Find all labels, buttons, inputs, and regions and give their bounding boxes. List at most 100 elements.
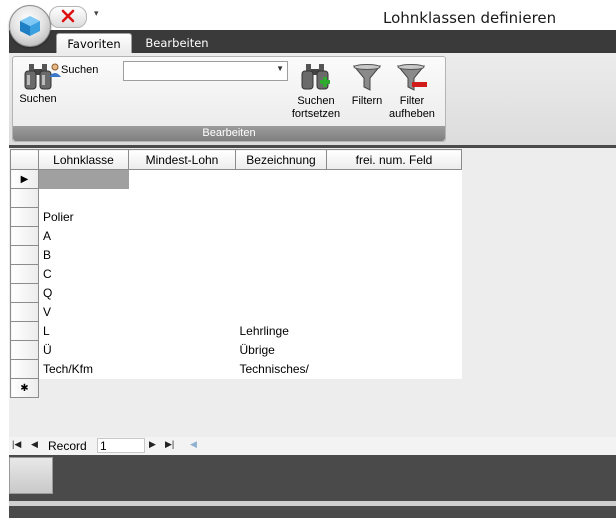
cell-mindest-lohn[interactable] — [129, 303, 236, 322]
new-record-nav-icon[interactable]: ◀ — [190, 439, 197, 450]
cell-lohnklasse[interactable]: Tech/Kfm — [39, 360, 129, 379]
row-selector[interactable] — [10, 321, 39, 341]
close-quick-access-button[interactable] — [49, 6, 87, 28]
table-row[interactable]: B — [10, 245, 462, 265]
column-header-frei-num-feld[interactable]: frei. num. Feld — [326, 149, 462, 170]
continue-search-label-2: fortsetzen — [291, 108, 341, 120]
table-row[interactable]: ▶ — [10, 169, 462, 189]
user-search-icon — [49, 63, 61, 77]
cell-lohnklasse[interactable]: C — [39, 265, 129, 284]
cell-bezeichnung[interactable] — [236, 227, 327, 246]
row-selector[interactable] — [10, 340, 39, 360]
row-selector[interactable] — [10, 188, 39, 208]
cell-bezeichnung[interactable] — [236, 246, 327, 265]
cell-frei-num-feld[interactable] — [327, 360, 462, 379]
search-field-label: Suchen — [61, 64, 99, 76]
cell-bezeichnung[interactable] — [236, 265, 327, 284]
cell-frei-num-feld[interactable] — [327, 341, 462, 360]
filter-button-label: Filtern — [351, 95, 383, 107]
previous-record-icon[interactable]: ◀ — [31, 439, 38, 450]
column-header-lohnklasse[interactable]: Lohnklasse — [38, 149, 129, 170]
cube-icon — [20, 16, 40, 36]
lohnklassen-grid: Lohnklasse Mindest-Lohn Bezeichnung frei… — [10, 149, 462, 398]
cell-mindest-lohn[interactable] — [129, 322, 236, 341]
row-selector[interactable] — [10, 264, 39, 284]
cell-mindest-lohn[interactable] — [129, 189, 236, 208]
record-number-input[interactable]: 1 — [97, 438, 145, 453]
new-record-row[interactable]: ✱ — [10, 378, 462, 398]
row-selector[interactable] — [10, 207, 39, 227]
cell-lohnklasse[interactable] — [39, 189, 129, 208]
cell-lohnklasse[interactable]: L — [39, 322, 129, 341]
tab-bearbeiten[interactable]: Bearbeiten — [137, 33, 217, 53]
funnel-icon — [352, 64, 382, 91]
table-row[interactable]: Polier — [10, 207, 462, 227]
cell-frei-num-feld[interactable] — [327, 227, 462, 246]
table-row[interactable] — [10, 188, 462, 208]
table-row[interactable]: L Lehrlinge — [10, 321, 462, 341]
chevron-down-icon[interactable]: ▼ — [276, 64, 284, 73]
cell-lohnklasse[interactable]: Ü — [39, 341, 129, 360]
cell-lohnklasse[interactable]: A — [39, 227, 129, 246]
cell-bezeichnung[interactable] — [236, 189, 327, 208]
cell-mindest-lohn[interactable] — [129, 170, 236, 189]
cell-bezeichnung[interactable]: Technisches/ — [236, 360, 327, 379]
cell-mindest-lohn[interactable] — [129, 360, 236, 379]
cell-mindest-lohn[interactable] — [129, 265, 236, 284]
table-row[interactable]: C — [10, 264, 462, 284]
cell-mindest-lohn[interactable] — [129, 341, 236, 360]
new-row-area — [38, 378, 462, 398]
cell-bezeichnung[interactable]: Übrige — [236, 341, 327, 360]
cell-frei-num-feld[interactable] — [327, 246, 462, 265]
cell-bezeichnung[interactable] — [236, 208, 327, 227]
cell-bezeichnung[interactable] — [236, 303, 327, 322]
row-selector[interactable] — [10, 359, 39, 379]
select-all-corner[interactable] — [10, 149, 39, 170]
row-selector[interactable] — [10, 245, 39, 265]
cell-frei-num-feld[interactable] — [327, 322, 462, 341]
row-selector[interactable]: ▶ — [10, 169, 39, 189]
table-row[interactable]: A — [10, 226, 462, 246]
new-row-icon[interactable]: ✱ — [10, 378, 39, 398]
table-row[interactable]: Q — [10, 283, 462, 303]
filter-button[interactable]: Filtern — [347, 63, 387, 108]
row-selector[interactable] — [10, 226, 39, 246]
cell-frei-num-feld[interactable] — [327, 170, 462, 189]
cell-lohnklasse[interactable] — [38, 169, 129, 189]
column-header-mindest-lohn[interactable]: Mindest-Lohn — [128, 149, 236, 170]
table-row[interactable]: V — [10, 302, 462, 322]
cell-lohnklasse[interactable]: Polier — [39, 208, 129, 227]
cell-mindest-lohn[interactable] — [129, 208, 236, 227]
cell-frei-num-feld[interactable] — [327, 189, 462, 208]
cell-bezeichnung[interactable]: Lehrlinge — [236, 322, 327, 341]
cell-frei-num-feld[interactable] — [327, 265, 462, 284]
cell-bezeichnung[interactable] — [236, 284, 327, 303]
next-record-icon[interactable]: ▶ — [149, 439, 156, 450]
row-selector[interactable] — [10, 302, 39, 322]
status-tab[interactable] — [9, 457, 53, 494]
tab-favoriten[interactable]: Favoriten — [56, 33, 132, 54]
row-selector[interactable] — [10, 283, 39, 303]
cell-mindest-lohn[interactable] — [129, 246, 236, 265]
window-title: Lohnklassen definieren — [383, 9, 557, 27]
status-bar — [9, 501, 616, 506]
cell-lohnklasse[interactable]: V — [39, 303, 129, 322]
remove-filter-button[interactable]: Filter aufheben — [389, 63, 435, 121]
column-header-bezeichnung[interactable]: Bezeichnung — [235, 149, 327, 170]
quick-access-dropdown-icon[interactable]: ▾ — [94, 8, 99, 19]
cell-lohnklasse[interactable]: B — [39, 246, 129, 265]
first-record-icon[interactable]: |◀ — [12, 439, 21, 450]
continue-search-button[interactable]: Suchen fortsetzen — [291, 63, 341, 121]
cell-bezeichnung[interactable] — [236, 170, 327, 189]
cell-frei-num-feld[interactable] — [327, 303, 462, 322]
cell-frei-num-feld[interactable] — [327, 208, 462, 227]
cell-frei-num-feld[interactable] — [327, 284, 462, 303]
cell-lohnklasse[interactable]: Q — [39, 284, 129, 303]
table-row[interactable]: Ü Übrige — [10, 340, 462, 360]
last-record-icon[interactable]: ▶| — [165, 439, 174, 450]
cell-mindest-lohn[interactable] — [129, 227, 236, 246]
table-row[interactable]: Tech/Kfm Technisches/ — [10, 359, 462, 379]
search-combo-box[interactable]: ▼ — [123, 61, 288, 81]
cell-mindest-lohn[interactable] — [129, 284, 236, 303]
application-menu-button[interactable] — [9, 5, 51, 47]
